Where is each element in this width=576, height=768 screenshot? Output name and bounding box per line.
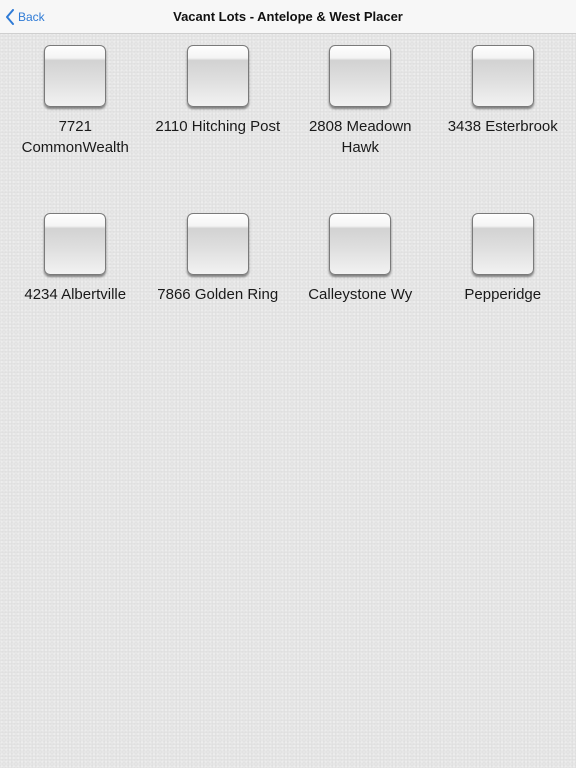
page-title: Vacant Lots - Antelope & West Placer bbox=[173, 9, 403, 24]
navigation-bar: Back Vacant Lots - Antelope & West Place… bbox=[0, 0, 576, 34]
lot-tile[interactable]: 4234 Albertville bbox=[4, 213, 147, 381]
lot-tile[interactable]: 7866 Golden Ring bbox=[147, 213, 290, 381]
lot-button[interactable] bbox=[329, 213, 392, 275]
lot-button[interactable] bbox=[186, 45, 249, 107]
lot-button[interactable] bbox=[329, 45, 392, 107]
lot-label: 7866 Golden Ring bbox=[157, 286, 279, 303]
lot-label: Pepperidge bbox=[464, 286, 542, 303]
lot-tile[interactable]: 7721 CommonWealth bbox=[4, 45, 147, 213]
lot-button[interactable] bbox=[471, 213, 534, 275]
lot-label: 7721 CommonWealth bbox=[21, 118, 129, 156]
chevron-left-icon bbox=[6, 9, 14, 25]
lot-tile[interactable]: Pepperidge bbox=[432, 213, 575, 381]
lot-label: Calleystone Wy bbox=[308, 286, 413, 303]
lot-button[interactable] bbox=[471, 45, 534, 107]
lot-button[interactable] bbox=[44, 45, 107, 107]
back-button-label: Back bbox=[18, 10, 45, 24]
lot-label: 2110 Hitching Post bbox=[155, 118, 281, 135]
lot-label: 3438 Esterbrook bbox=[447, 118, 558, 135]
lot-grid: 7721 CommonWealth 2110 Hitching Post 280… bbox=[4, 45, 574, 381]
lot-tile[interactable]: 3438 Esterbrook bbox=[432, 45, 575, 213]
lot-label: 2808 Meadown Hawk bbox=[308, 118, 412, 156]
lot-tile[interactable]: Calleystone Wy bbox=[289, 213, 432, 381]
lot-button[interactable] bbox=[186, 213, 249, 275]
lot-tile[interactable]: 2808 Meadown Hawk bbox=[289, 45, 432, 213]
lot-tile[interactable]: 2110 Hitching Post bbox=[147, 45, 290, 213]
back-button[interactable]: Back bbox=[5, 0, 45, 34]
lot-button[interactable] bbox=[44, 213, 107, 275]
lot-label: 4234 Albertville bbox=[24, 286, 127, 303]
